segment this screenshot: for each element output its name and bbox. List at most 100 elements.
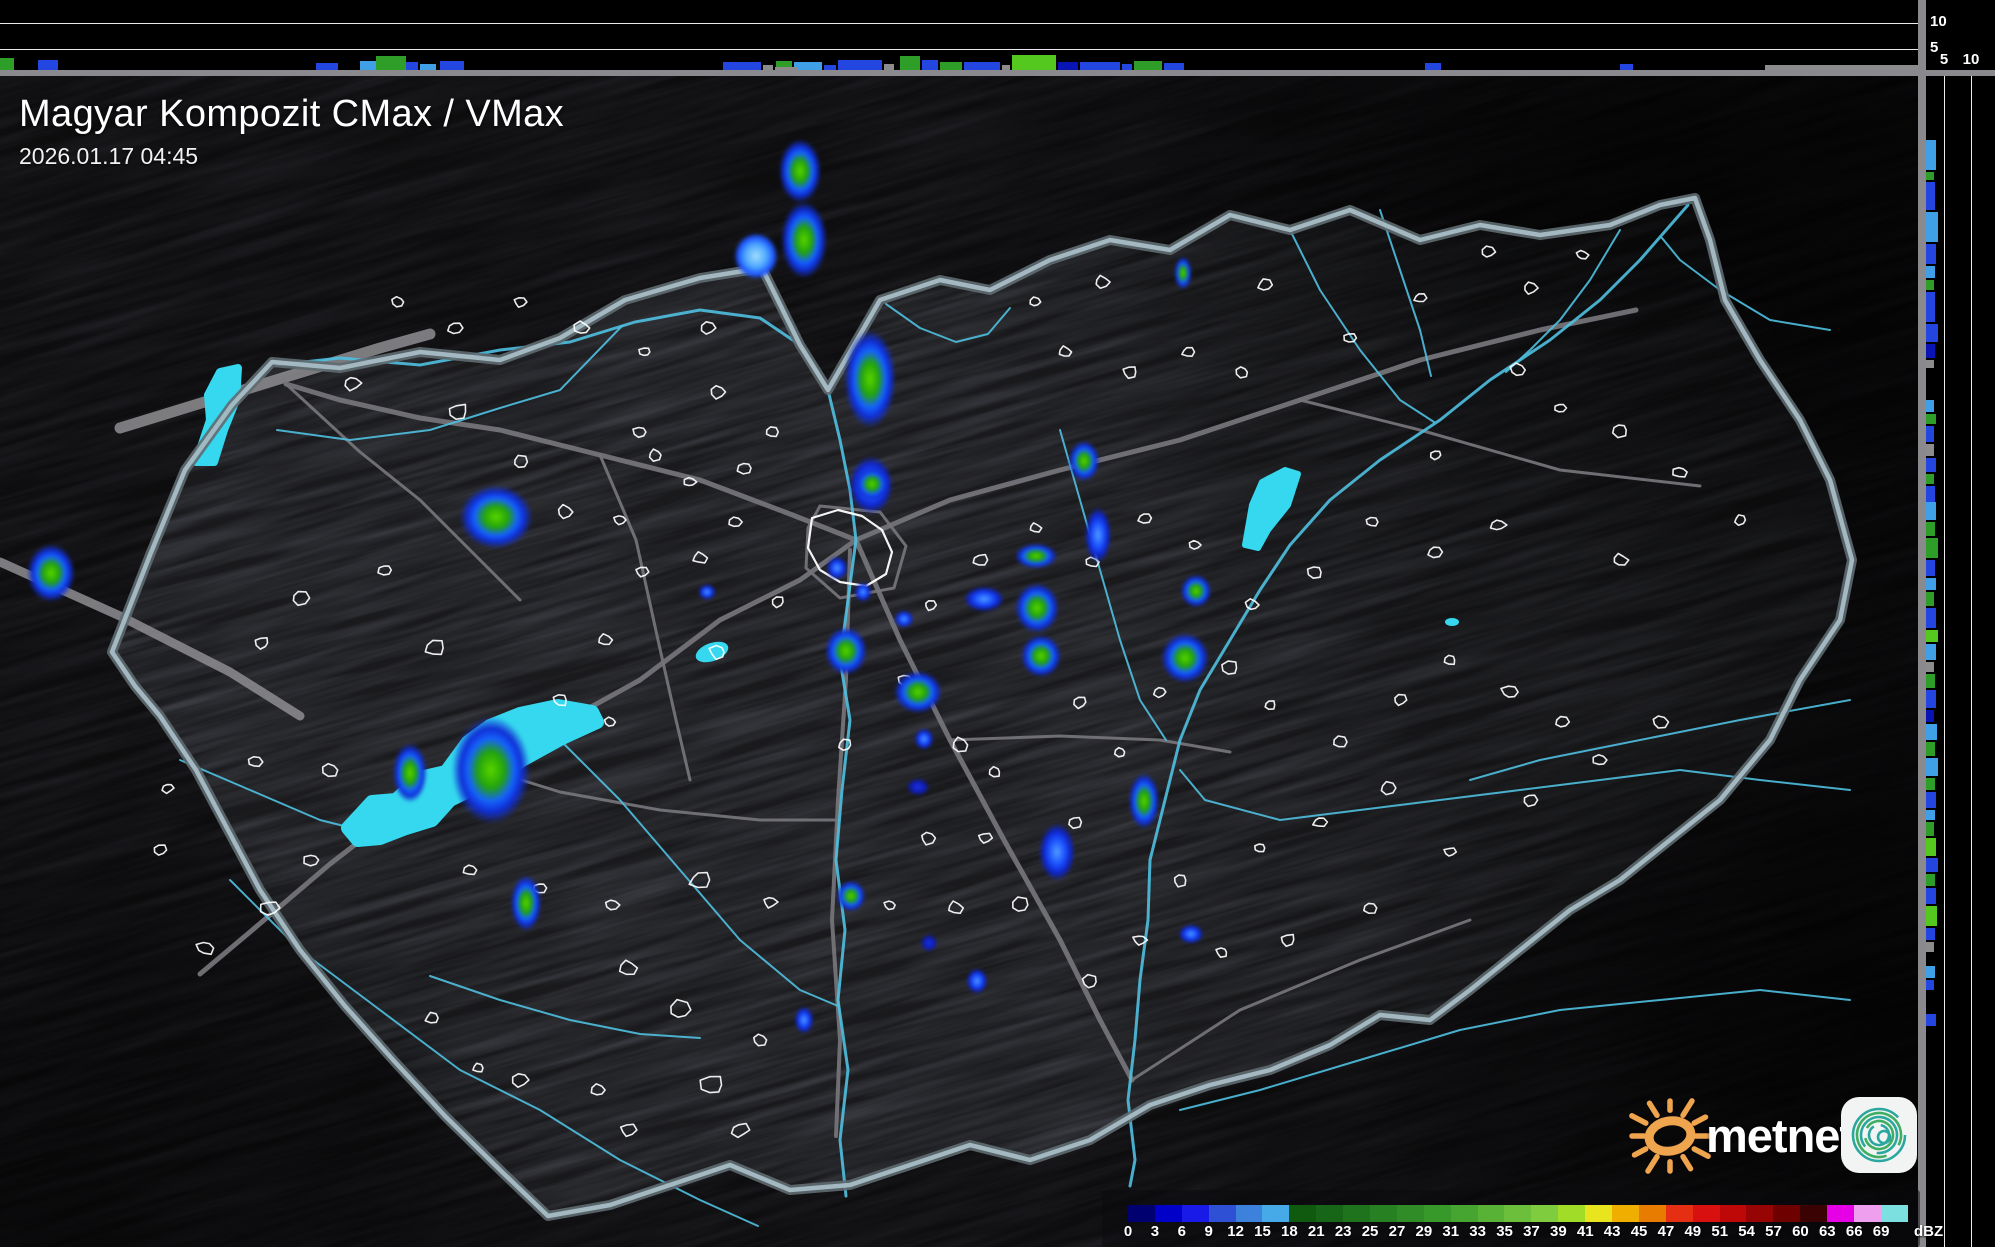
height-tick-label: 5 [1930, 39, 1939, 56]
profile-echo-segment [1926, 710, 1934, 722]
settlement-outline [1500, 685, 1519, 698]
radar-composite-screen: Magyar Kompozit CMax / VMax 2026.01.17 0… [0, 0, 1995, 1247]
profile-echo-segment [1926, 578, 1936, 590]
dbz-color-cell [1262, 1205, 1290, 1222]
radar-echo [843, 328, 897, 430]
dbz-color-cell [1235, 1205, 1263, 1222]
profile-echo-segment [0, 58, 14, 70]
settlement-outline [1429, 450, 1442, 461]
profile-echo-segment [838, 60, 882, 70]
profile-echo-segment [1926, 360, 1934, 368]
settlement-outline [972, 553, 989, 566]
dbz-tick-label: 31 [1442, 1223, 1460, 1240]
profile-echo-segment [794, 62, 822, 70]
radar-echo [826, 556, 848, 580]
road [1298, 398, 1702, 488]
profile-echo-segment [1926, 244, 1936, 264]
settlement-outline [1068, 816, 1083, 830]
dbz-color-cell [1423, 1205, 1451, 1222]
settlement-outline [1672, 466, 1688, 478]
river [1289, 229, 1435, 423]
profile-echo-segment [964, 62, 1000, 70]
dbz-color-cell [1316, 1205, 1344, 1222]
radar-echo [458, 484, 534, 550]
radar-echo [1020, 634, 1062, 678]
dbz-tick-label: 37 [1523, 1223, 1540, 1240]
dbz-color-cell [1558, 1205, 1586, 1222]
settlement-outline [153, 844, 168, 856]
settlement-outline [1058, 345, 1073, 357]
settlement-outline [513, 297, 528, 308]
radar-echo [966, 968, 988, 994]
dbz-tick-label: 45 [1630, 1223, 1648, 1240]
settlement-outline [1312, 817, 1329, 828]
settlement-outline [771, 596, 784, 609]
settlement-outline [1181, 346, 1196, 357]
dbz-tick-label: 35 [1496, 1223, 1513, 1240]
settlement-outline [1221, 660, 1238, 675]
height-gridline [0, 23, 1918, 24]
settlement-outline [1012, 896, 1029, 912]
dbz-color-cell [1612, 1205, 1639, 1222]
settlement-outline [670, 998, 692, 1018]
radar-echo [920, 934, 938, 952]
radar-echo [1084, 506, 1112, 564]
profile-echo-segment [1926, 690, 1936, 708]
dbz-tick-label: 27 [1388, 1223, 1406, 1240]
profile-echo-segment [1926, 792, 1936, 808]
profile-echo-segment [1926, 172, 1934, 180]
dbz-color-cell [1396, 1205, 1424, 1222]
radar-echo [914, 728, 934, 750]
profile-echo-segment [1926, 560, 1935, 576]
profile-echo-segment [38, 60, 58, 70]
dbz-color-cell [1638, 1205, 1666, 1222]
dbz-tick-label: 33 [1469, 1223, 1486, 1240]
profile-echo-segment [1926, 400, 1934, 412]
settlement-outline [1122, 366, 1137, 380]
radar-echo [1014, 543, 1058, 569]
profile-echo-segment [1926, 444, 1934, 456]
profile-echo-segment [1926, 888, 1936, 904]
settlement-outline [1413, 293, 1428, 303]
profile-echo-segment [1926, 742, 1935, 756]
vertical-profile-right-strip [1926, 0, 1995, 1247]
settlement-outline [688, 871, 711, 889]
dbz-tick-label: 66 [1845, 1223, 1863, 1240]
dbz-tick-label: 23 [1334, 1223, 1352, 1240]
settlement-outline [514, 454, 529, 469]
settlement-outline [1137, 513, 1153, 524]
dbz-color-cell [1773, 1205, 1801, 1222]
settlement-outline [447, 322, 464, 335]
profile-echo-segment [1926, 608, 1936, 628]
profile-echo-segment [360, 61, 376, 70]
profile-echo-segment [1926, 502, 1936, 520]
profile-echo-segment [1926, 966, 1935, 978]
sun-icon [1629, 1098, 1711, 1174]
settlement-outline [921, 831, 937, 846]
settlement-outline [303, 854, 320, 867]
settlement-outline [247, 756, 264, 768]
settlement-outline [1652, 715, 1670, 729]
dbz-color-cell [1477, 1205, 1505, 1222]
dbz-color-cell [1800, 1205, 1828, 1222]
radar-echo [1014, 582, 1060, 634]
settlement-outline [638, 347, 651, 357]
road [853, 307, 1639, 543]
dbz-color-cell [1181, 1205, 1209, 1222]
profile-echo-segment [1134, 61, 1162, 70]
settlement-outline [1523, 794, 1539, 808]
dbz-color-cell [1531, 1205, 1559, 1222]
dbz-color-cell [1665, 1205, 1693, 1222]
river [1505, 229, 1621, 373]
settlement-outline [925, 600, 938, 612]
dbz-tick-label: 29 [1415, 1223, 1433, 1240]
settlement-outline [948, 900, 965, 915]
settlement-outline [472, 1062, 484, 1073]
settlement-outline [1481, 245, 1497, 258]
dbz-tick-label: 6 [1177, 1223, 1186, 1240]
river [885, 303, 1011, 343]
settlement-outline [613, 515, 627, 526]
dbz-tick-label: 12 [1227, 1223, 1244, 1240]
metnet-logo: metnet [1628, 1090, 1924, 1182]
settlement-outline [763, 896, 779, 909]
